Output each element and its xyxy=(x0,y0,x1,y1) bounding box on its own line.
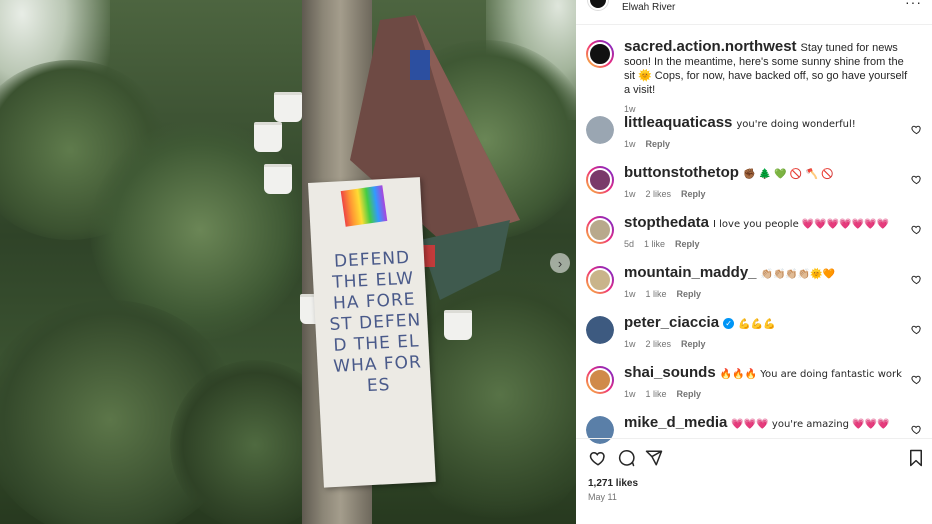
comment-likes[interactable]: 1 like xyxy=(646,389,667,399)
bucket xyxy=(254,122,282,152)
comment-time[interactable]: 1w xyxy=(624,389,636,399)
banner-text: DEFEND THE ELWHA FOREST DEFEND THE ELWHA… xyxy=(329,247,423,397)
avatar[interactable] xyxy=(586,166,614,194)
post-date[interactable]: May 11 xyxy=(588,492,617,502)
avatar[interactable] xyxy=(586,216,614,244)
comment-username[interactable]: mountain_maddy_ xyxy=(624,264,757,281)
comment-username[interactable]: stopthedata xyxy=(624,214,709,231)
heart-icon[interactable] xyxy=(911,174,922,188)
reply-button[interactable]: Reply xyxy=(677,389,702,399)
heart-icon[interactable] xyxy=(911,124,922,138)
share-icon[interactable] xyxy=(644,448,664,468)
divider xyxy=(576,24,932,25)
avatar[interactable] xyxy=(586,266,614,294)
comment-likes[interactable]: 2 likes xyxy=(646,339,672,349)
comment-likes[interactable]: 1 like xyxy=(644,239,665,249)
reply-button[interactable]: Reply xyxy=(681,339,706,349)
heart-icon[interactable] xyxy=(911,274,922,288)
caption-username[interactable]: sacred.action.northwest xyxy=(624,38,797,55)
avatar[interactable] xyxy=(586,316,614,344)
avatar[interactable] xyxy=(586,366,614,394)
caption-time[interactable]: 1w xyxy=(624,104,636,114)
comment-time[interactable]: 1w xyxy=(624,189,636,199)
reply-button[interactable]: Reply xyxy=(677,289,702,299)
heart-icon[interactable] xyxy=(911,374,922,388)
post-photo: DEFEND THE ELWHA FOREST DEFEND THE ELWHA… xyxy=(0,0,576,524)
comment-text: 💗💗💗 you're amazing 💗💗💗 xyxy=(731,419,890,430)
heart-icon[interactable] xyxy=(588,448,608,468)
comment-time[interactable]: 1w xyxy=(624,289,636,299)
avatar[interactable] xyxy=(586,116,614,144)
bookmark-icon[interactable] xyxy=(906,448,926,468)
comment-time[interactable]: 1w xyxy=(624,339,636,349)
comment-text: 🔥🔥🔥 You are doing fantastic work xyxy=(719,369,902,380)
comment-text: I love you people 💗💗💗💗💗💗💗 xyxy=(713,219,890,230)
bucket xyxy=(444,310,472,340)
comment-likes[interactable]: 2 likes xyxy=(646,189,672,199)
comment-time[interactable]: 5d xyxy=(624,239,634,249)
heart-icon[interactable] xyxy=(911,424,922,438)
comment-username[interactable]: shai_sounds xyxy=(624,364,716,381)
reply-button[interactable]: Reply xyxy=(646,139,671,149)
comment-text: ✊🏾 🌲 💚 🚫 🪓 🚫 xyxy=(742,169,834,180)
post-side-panel: Elwah River ··· sacred.action.northwest S… xyxy=(576,0,932,524)
divider xyxy=(576,438,932,439)
rainbow-flag xyxy=(340,185,388,227)
bucket xyxy=(274,92,302,122)
avatar[interactable] xyxy=(586,416,614,444)
post-location[interactable]: Elwah River xyxy=(622,2,675,13)
heart-icon[interactable] xyxy=(911,224,922,238)
reply-button[interactable]: Reply xyxy=(675,239,700,249)
reply-button[interactable]: Reply xyxy=(681,189,706,199)
comment-text: 💪💪💪 xyxy=(738,319,776,330)
comment-username[interactable]: buttonstothetop xyxy=(624,164,739,181)
verified-badge-icon: ✓ xyxy=(723,318,735,329)
comment-text: you're doing wonderful! xyxy=(736,119,856,130)
heart-icon[interactable] xyxy=(911,324,922,338)
comment-username[interactable]: mike_d_media xyxy=(624,414,727,431)
bucket xyxy=(264,164,292,194)
action-bar xyxy=(588,448,924,468)
comment-time[interactable]: 1w xyxy=(624,139,636,149)
more-horizontal-icon[interactable]: ··· xyxy=(905,0,922,10)
comment-icon[interactable] xyxy=(616,448,636,468)
comment-username[interactable]: peter_ciaccia xyxy=(624,314,719,331)
chevron-right-icon[interactable]: › xyxy=(550,253,570,273)
avatar[interactable] xyxy=(588,0,608,10)
likes-count[interactable]: 1,271 likes xyxy=(588,478,638,489)
comment-likes[interactable]: 1 like xyxy=(646,289,667,299)
comment-text: 👏🏼👏🏼👏🏼👏🏼🌞🧡 xyxy=(760,269,836,280)
comment-username[interactable]: littleaquaticass xyxy=(624,114,732,131)
protest-banner: DEFEND THE ELWHA FOREST DEFEND THE ELWHA… xyxy=(308,177,436,488)
avatar[interactable] xyxy=(586,40,614,68)
